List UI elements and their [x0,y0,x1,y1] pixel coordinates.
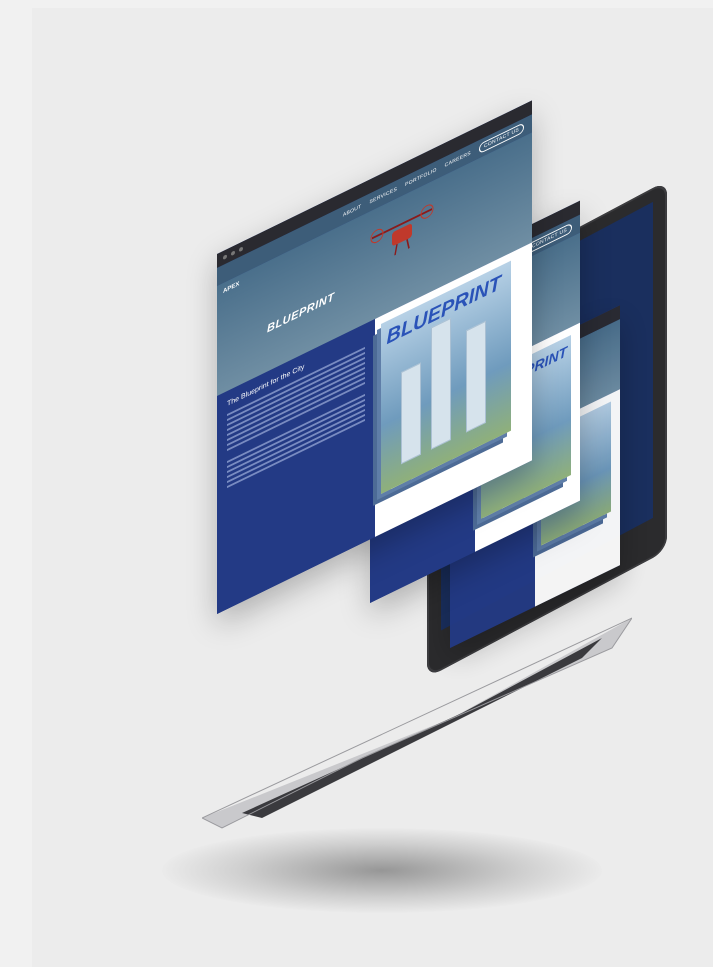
building [400,362,421,465]
site-logo[interactable]: APEX [223,281,239,295]
drone-icon [370,204,434,256]
building [465,321,486,433]
building [430,318,451,450]
laptop-base [200,608,634,848]
laptop-base-graphic [200,616,634,829]
brand-title: BLUEPRINT [267,290,335,336]
mockup-stage: CONTACT US BLUEPRINT ABOUT SERVICES PORT… [32,8,713,967]
